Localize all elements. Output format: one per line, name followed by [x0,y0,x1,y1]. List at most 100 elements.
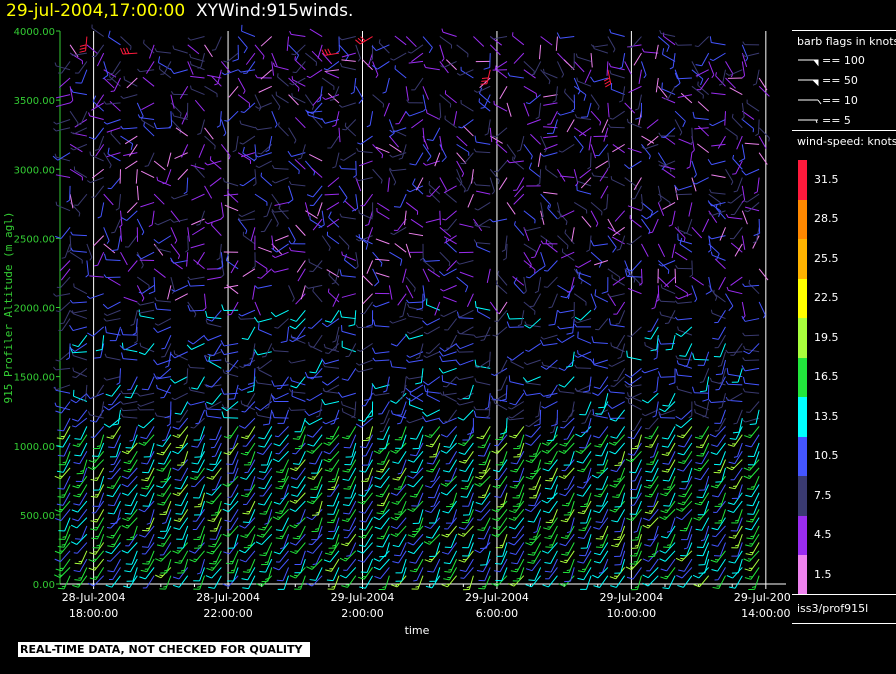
wind-barb [89,275,104,278]
wind-barb [386,376,390,391]
wind-barb-feather [272,458,279,463]
wind-barb [73,313,88,320]
wind-barb [209,177,222,187]
wind-barb [612,110,625,120]
wind-barb [526,382,541,386]
wind-barb-feather [426,139,434,142]
wind-barb-feather [86,180,91,184]
wind-barb-feather [155,245,158,249]
wind-barb-feather [645,479,653,482]
wind-barb [744,142,760,145]
wind-barb [523,243,537,252]
wind-barb-feather [207,519,214,523]
wind-barb-feather [548,306,553,309]
wind-barb [82,459,88,474]
wind-barb-feather [106,536,113,539]
wind-barb [489,53,491,68]
wind-barb [292,96,306,104]
wind-barb-feather [577,350,579,354]
wind-barb-feather [355,39,361,45]
station-label: iss3/prof915l [797,602,869,615]
wind-barb-feather [382,91,387,94]
wind-barb-feather [130,143,134,151]
wind-barb-feather [94,357,101,359]
wind-barb-feather [105,393,112,397]
wind-barb [277,76,289,87]
wind-barb [571,401,575,416]
wind-barb-feather [174,412,182,415]
wind-barb [586,509,592,524]
wind-barb-feather [768,137,770,142]
wind-barb-feather [612,48,616,53]
wind-barb-feather [157,56,161,63]
wind-barb-feather [108,446,115,449]
wind-barb [252,285,256,300]
wind-barb-feather [730,181,734,186]
wind-barb [204,135,216,147]
wind-barb [720,409,726,424]
wind-barb-feather [711,527,718,531]
wind-barb-feather [95,348,103,352]
wind-barb-feather [327,288,330,293]
wind-barb-feather [719,83,723,86]
wind-barb-feather [390,492,397,496]
wind-barb [56,119,71,125]
wind-barb [309,154,323,162]
wind-barb [126,77,138,89]
wind-barb-feather [509,435,516,439]
wind-barb-feather [189,61,192,65]
wind-barb-feather [357,58,361,62]
wind-barb-feather [347,486,352,488]
wind-barb-feather [708,399,712,403]
wind-barb [69,143,83,153]
wind-barb [116,509,121,524]
wind-barb-feather [741,365,746,372]
wind-barb [361,274,373,286]
wind-barb-feather [744,568,751,572]
wind-barb-feather [695,64,702,67]
wind-barb [744,367,760,372]
wind-barb-feather [255,541,262,546]
wind-barb-feather [226,483,231,485]
wind-barb [174,284,188,292]
wind-barb-feather [103,101,107,105]
wind-barb-feather [393,181,397,186]
wind-barb [312,193,323,206]
wind-barb [341,216,356,220]
wind-barb [271,235,275,250]
wind-barb [567,542,575,556]
wind-barb [128,235,138,248]
wind-barb-feather [357,349,361,352]
wind-barb-feather [645,470,652,473]
wind-barb [425,67,440,71]
wind-barb-feather [228,155,231,160]
wind-barb-feather [104,326,107,333]
wind-barb-feather [676,385,679,390]
wind-barb-feather [726,367,729,375]
wind-barb-feather [58,574,63,576]
wind-barb-feather [694,298,698,303]
wind-barb [341,66,356,71]
wind-barb-feather [541,499,548,504]
colorbar-swatch [798,555,807,595]
wind-barb-feather [67,249,72,253]
wind-barb-feather [161,347,166,350]
wind-barb-feather [106,527,111,529]
wind-barb-feather [279,469,284,471]
wind-barb-feather [755,133,759,137]
wind-barb-feather [397,486,402,488]
wind-barb [77,334,88,347]
wind-barb [290,391,306,394]
wind-barb [325,94,340,100]
wind-barb [207,160,222,166]
wind-barb-feather [124,512,132,515]
wind-barb-feather [711,544,718,547]
wind-barb-feather [441,534,448,538]
wind-barb [61,401,71,414]
wind-barb [146,575,155,589]
wind-barb-feather [711,74,715,79]
wind-barb-feather [424,434,431,439]
wind-barb-feather [478,587,485,590]
wind-barb [211,309,222,322]
wind-barb [58,77,71,88]
